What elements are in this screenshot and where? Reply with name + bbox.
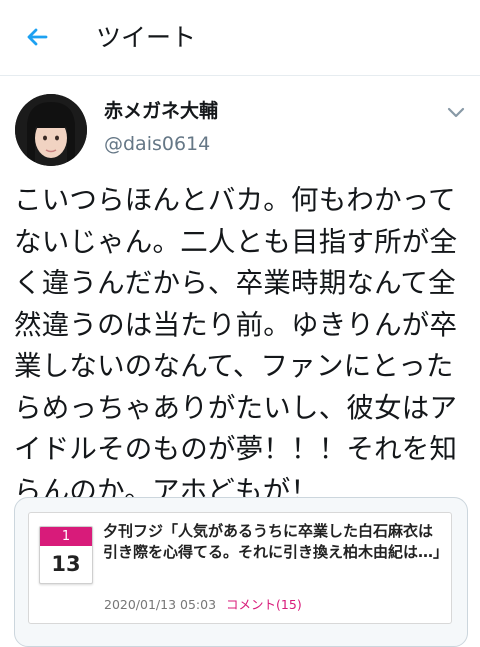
news-meta: 2020/01/13 05:03 コメント(15) <box>104 596 302 614</box>
calendar-month: 1 <box>40 527 92 546</box>
page-title: ツイート <box>96 23 197 52</box>
author-handle[interactable]: @dais0614 <box>104 130 210 158</box>
tweet-text: こいつらほんとバカ。何もわかってないじゃん。二人とも目指す所が全く違うんだから、… <box>14 184 458 507</box>
calendar-icon: 1 13 <box>39 526 93 584</box>
news-timestamp: 2020/01/13 05:03 <box>104 597 217 612</box>
news-headline[interactable]: 夕刊フジ「人気があるうちに卒業した白石麻衣は引き際を心得てる。それに引き換え柏木… <box>103 521 448 563</box>
back-arrow-icon[interactable] <box>22 22 52 52</box>
calendar-day: 13 <box>51 552 81 576</box>
author-name[interactable]: 赤メガネ大輔 <box>104 97 218 125</box>
avatar-photo <box>15 94 87 166</box>
chevron-down-icon[interactable] <box>444 100 468 124</box>
avatar[interactable] <box>15 94 87 166</box>
top-bar: ツイート <box>0 0 480 76</box>
comment-count-link[interactable]: コメント(15) <box>226 597 302 612</box>
